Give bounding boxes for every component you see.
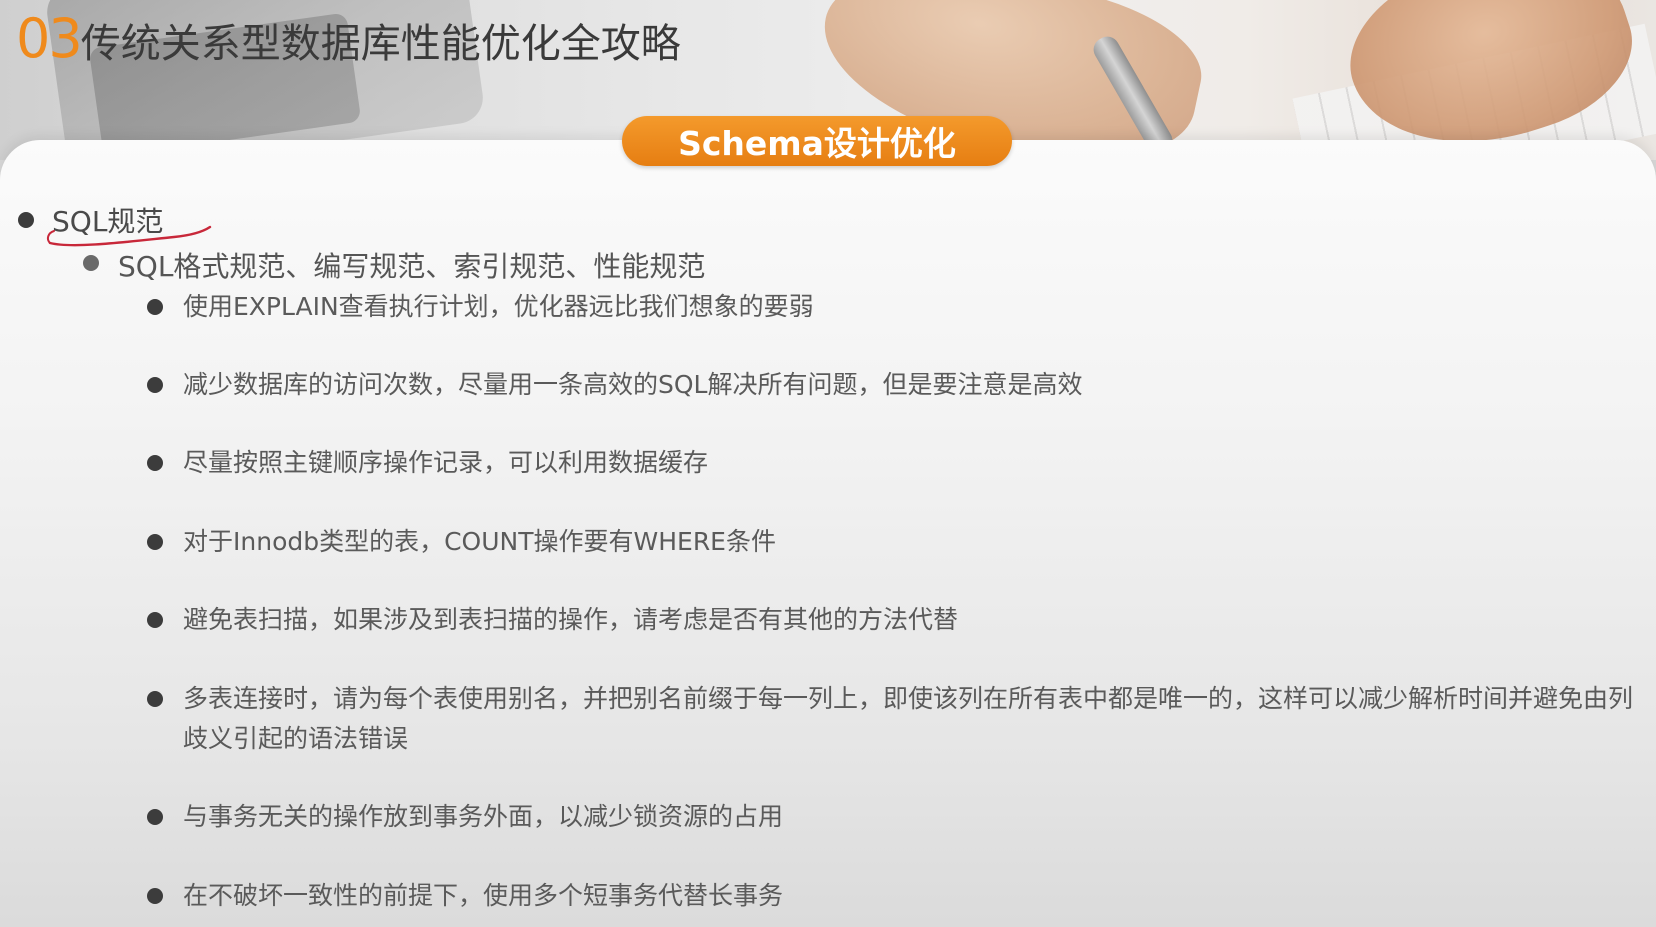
bullet-dot: [147, 455, 163, 471]
bullet-dot: [147, 888, 163, 904]
bullet-dot: [83, 255, 99, 271]
title-text: 传统关系型数据库性能优化全攻略: [80, 21, 681, 67]
list-item: 尽量按照主键顺序操作记录，可以利用数据缓存: [147, 443, 708, 483]
bullet-dot: [147, 534, 163, 550]
bullet-dot: [147, 612, 163, 628]
bullet-dot: [18, 212, 34, 228]
list-item-text: 减少数据库的访问次数，尽量用一条高效的SQL解决所有问题，但是要注意是高效: [183, 370, 1083, 399]
bullet-dot: [147, 809, 163, 825]
list-item: 使用EXPLAIN查看执行计划，优化器远比我们想象的要弱: [147, 287, 814, 327]
list-item: 在不破坏一致性的前提下，使用多个短事务代替长事务: [147, 876, 783, 916]
list-item-text: 使用EXPLAIN查看执行计划，优化器远比我们想象的要弱: [183, 292, 814, 321]
page-title: 03 传统关系型数据库性能优化全攻略: [16, 4, 681, 79]
list-item-text: 避免表扫描，如果涉及到表扫描的操作，请考虑是否有其他的方法代替: [183, 605, 959, 634]
bullet-level2-text: SQL格式规范、编写规范、索引规范、性能规范: [118, 250, 706, 283]
list-item-text: 尽量按照主键顺序操作记录，可以利用数据缓存: [183, 448, 709, 477]
list-item-text: 对于Innodb类型的表，COUNT操作要有WHERE条件: [183, 527, 776, 556]
bullet-dot: [147, 691, 163, 707]
list-item: 多表连接时，请为每个表使用别名，并把别名前缀于每一列上，即使该列在所有表中都是唯…: [147, 679, 1653, 759]
handwritten-underline-annotation: [46, 225, 212, 247]
list-item-text: 在不破坏一致性的前提下，使用多个短事务代替长事务: [183, 881, 784, 910]
bullet-level2: SQL格式规范、编写规范、索引规范、性能规范: [83, 245, 705, 285]
bullet-dot: [147, 377, 163, 393]
section-number: 03: [16, 7, 83, 70]
slide: 03 传统关系型数据库性能优化全攻略 Schema设计优化 SQL规范 SQL格…: [0, 0, 1656, 927]
list-item-text: 多表连接时，请为每个表使用别名，并把别名前缀于每一列上，即使该列在所有表中都是唯…: [183, 684, 1634, 753]
list-item: 对于Innodb类型的表，COUNT操作要有WHERE条件: [147, 522, 776, 562]
list-item-text: 与事务无关的操作放到事务外面，以减少锁资源的占用: [183, 802, 784, 831]
section-badge: Schema设计优化: [622, 116, 1012, 166]
bullet-dot: [147, 299, 163, 315]
list-item: 与事务无关的操作放到事务外面，以减少锁资源的占用: [147, 797, 783, 837]
list-item: 避免表扫描，如果涉及到表扫描的操作，请考虑是否有其他的方法代替: [147, 600, 958, 640]
list-item: 减少数据库的访问次数，尽量用一条高效的SQL解决所有问题，但是要注意是高效: [147, 365, 1082, 405]
